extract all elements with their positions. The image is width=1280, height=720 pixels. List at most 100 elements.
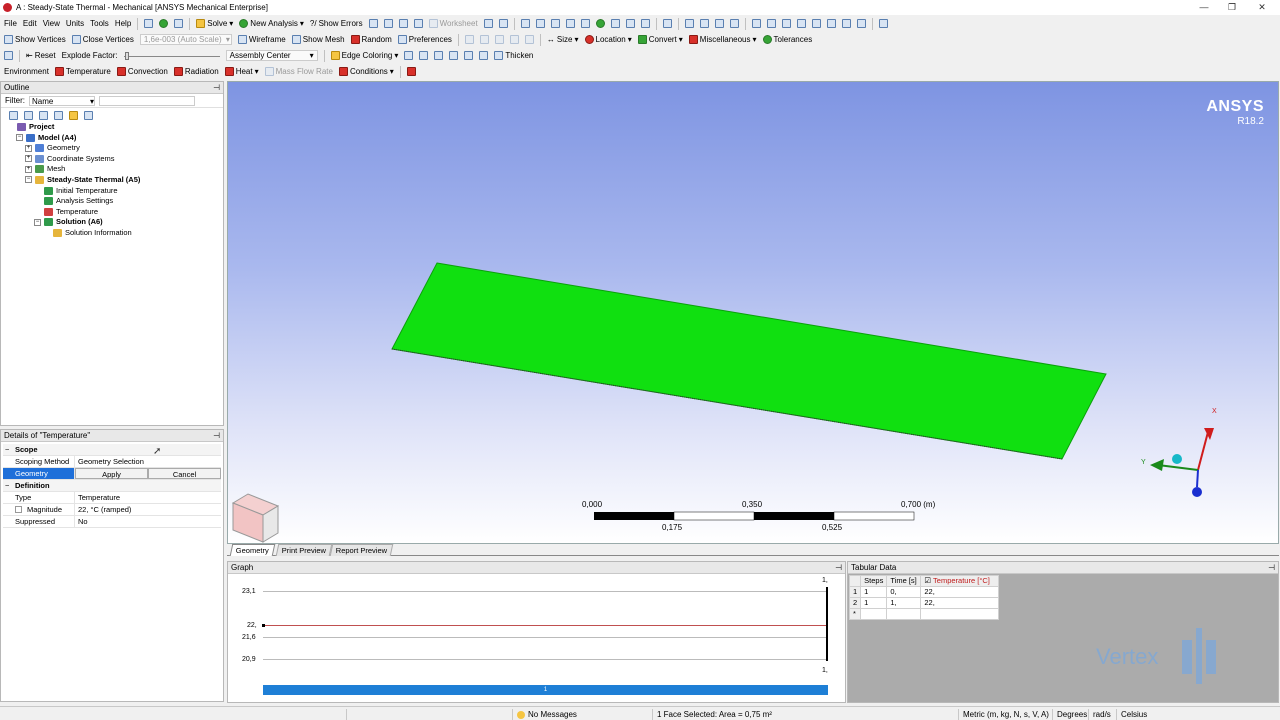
scale-dropdown[interactable]: 1,6e-003 (Auto Scale) ▾	[139, 34, 232, 45]
plate-surface[interactable]	[391, 262, 1107, 460]
edge-style-3-icon[interactable]	[434, 51, 444, 60]
check-icon[interactable]	[159, 19, 169, 28]
update-icon[interactable]	[174, 19, 184, 28]
select-edge-icon[interactable]	[550, 19, 560, 28]
previous-view-icon[interactable]	[811, 19, 821, 28]
select-all-icon[interactable]	[610, 19, 620, 28]
timeline-step-bar[interactable]: 1	[263, 685, 828, 695]
cell-time[interactable]	[886, 608, 922, 620]
conditions-dropdown[interactable]: Conditions ▾	[338, 67, 394, 76]
filter-type-dropdown[interactable]: Name ▾	[29, 95, 95, 106]
zoom-icon[interactable]	[714, 19, 724, 28]
tree-item[interactable]: − Steady-State Thermal (A5)	[7, 175, 223, 186]
tolerances-button[interactable]: Tolerances	[762, 35, 812, 44]
tag-icon[interactable]	[498, 19, 508, 28]
edge-style-1-icon[interactable]	[404, 51, 414, 60]
close-window-button[interactable]: ✕	[1252, 2, 1272, 13]
comment-icon[interactable]	[144, 19, 154, 28]
sort-icon[interactable]	[84, 110, 93, 120]
minimize-button[interactable]: —	[1194, 2, 1214, 13]
chart-icon[interactable]	[383, 19, 393, 28]
mass-flow-rate-button[interactable]: Mass Flow Rate	[264, 67, 333, 76]
miscellaneous-dropdown[interactable]: Miscellaneous ▾	[688, 35, 757, 44]
capture-icon[interactable]	[413, 19, 423, 28]
select-mode-icon[interactable]	[595, 19, 605, 28]
pin-icon[interactable]: ⊣	[835, 562, 842, 574]
tree-toggle-icon[interactable]: −	[25, 176, 32, 184]
tree-item[interactable]: Temperature	[7, 207, 223, 218]
tree-item[interactable]: + Geometry	[7, 143, 223, 154]
text-icon[interactable]	[398, 19, 408, 28]
tree-toggle-icon[interactable]: −	[34, 218, 41, 226]
tree-collapse-icon[interactable]	[54, 110, 63, 120]
show-mesh-button[interactable]: Show Mesh	[291, 35, 345, 44]
tab-print-preview[interactable]: Print Preview	[275, 544, 333, 556]
expand-icon[interactable]	[640, 19, 650, 28]
convection-button[interactable]: Convection	[116, 67, 168, 76]
sketch-icon[interactable]	[464, 35, 474, 44]
filter-search-input[interactable]	[99, 95, 195, 106]
select-body-icon[interactable]	[580, 19, 590, 28]
cell-step[interactable]: 1	[860, 586, 888, 598]
menu-view[interactable]: View	[43, 19, 60, 28]
sketch-edit-icon[interactable]	[479, 35, 489, 44]
zoom-in-icon[interactable]	[751, 19, 761, 28]
time-cursor-line[interactable]	[826, 587, 828, 661]
cell-time[interactable]: 1,	[886, 597, 922, 609]
expand-all-icon[interactable]	[9, 110, 18, 120]
direct-fe-icon[interactable]	[406, 67, 416, 76]
pin-icon[interactable]: ⊣	[213, 82, 220, 94]
type-row[interactable]: Type Temperature	[3, 492, 221, 504]
preferences-button[interactable]: Preferences	[397, 35, 452, 44]
scope-group-header[interactable]: Scope	[3, 444, 221, 456]
select-filter-icon[interactable]	[662, 19, 672, 28]
header-steps[interactable]: Steps	[860, 575, 888, 587]
pan-icon[interactable]	[699, 19, 709, 28]
convert-dropdown[interactable]: Convert ▾	[637, 35, 683, 44]
edge-style-2-icon[interactable]	[419, 51, 429, 60]
magnitude-row[interactable]: Magnitude 22, °C (ramped)	[3, 504, 221, 516]
zoom-out-icon[interactable]	[766, 19, 776, 28]
collapse-all-icon[interactable]	[24, 110, 33, 120]
cell-temperature[interactable]: 22,	[920, 597, 1000, 609]
tree-item[interactable]: Solution Information	[7, 228, 223, 239]
geometry-row[interactable]: Geometry Apply Cancel	[3, 468, 221, 480]
geometry-scene[interactable]	[228, 82, 1280, 545]
thicken-button[interactable]: Thicken	[494, 51, 533, 60]
header-temperature[interactable]: ☑ Temperature [°C]	[920, 575, 1000, 587]
rotate-icon[interactable]	[684, 19, 694, 28]
scoping-method-row[interactable]: Scoping Method Geometry Selection	[3, 456, 221, 468]
new-analysis-button[interactable]: New Analysis ▾	[239, 19, 304, 28]
sketch-offset-icon[interactable]	[524, 35, 534, 44]
magnitude-value[interactable]: 22, °C (ramped)	[75, 504, 221, 515]
cell-time[interactable]: 0,	[886, 586, 922, 598]
solve-button[interactable]: Solve ▾	[196, 19, 233, 28]
tree-item[interactable]: Project	[7, 122, 223, 133]
menu-edit[interactable]: Edit	[23, 19, 37, 28]
tab-geometry[interactable]: Geometry	[229, 544, 276, 556]
assembly-center-dropdown[interactable]: Assembly Center ▾	[225, 50, 318, 61]
folder-icon[interactable]	[69, 110, 78, 120]
table-row[interactable]: 1 1 0, 22,	[848, 586, 1000, 598]
scoping-method-value[interactable]: Geometry Selection	[75, 456, 221, 467]
menu-file[interactable]: File	[4, 19, 17, 28]
tree-toggle-icon[interactable]: +	[25, 165, 32, 173]
zoom-box-icon[interactable]	[729, 19, 739, 28]
select-point-icon[interactable]	[520, 19, 530, 28]
extend-icon[interactable]	[625, 19, 635, 28]
tree-toggle-icon[interactable]: +	[25, 155, 32, 163]
cell-step[interactable]	[860, 608, 888, 620]
radiation-button[interactable]: Radiation	[173, 67, 219, 76]
cancel-button[interactable]: Cancel	[148, 468, 221, 479]
tree-item[interactable]: + Coordinate Systems	[7, 154, 223, 165]
pin-icon[interactable]: ⊣	[213, 430, 220, 442]
table-new-row[interactable]: *	[848, 608, 1000, 620]
status-units[interactable]: Metric (m, kg, N, s, V, A)	[958, 709, 1052, 720]
show-vertices-button[interactable]: Show Vertices	[4, 35, 66, 44]
heat-dropdown[interactable]: Heat ▾	[224, 67, 259, 76]
apply-button[interactable]: Apply	[75, 468, 148, 479]
cell-temperature[interactable]	[920, 608, 1000, 620]
location-dropdown[interactable]: Location ▾	[584, 35, 632, 44]
wireframe-button[interactable]: Wireframe	[237, 35, 286, 44]
status-messages[interactable]: No Messages	[512, 709, 652, 720]
